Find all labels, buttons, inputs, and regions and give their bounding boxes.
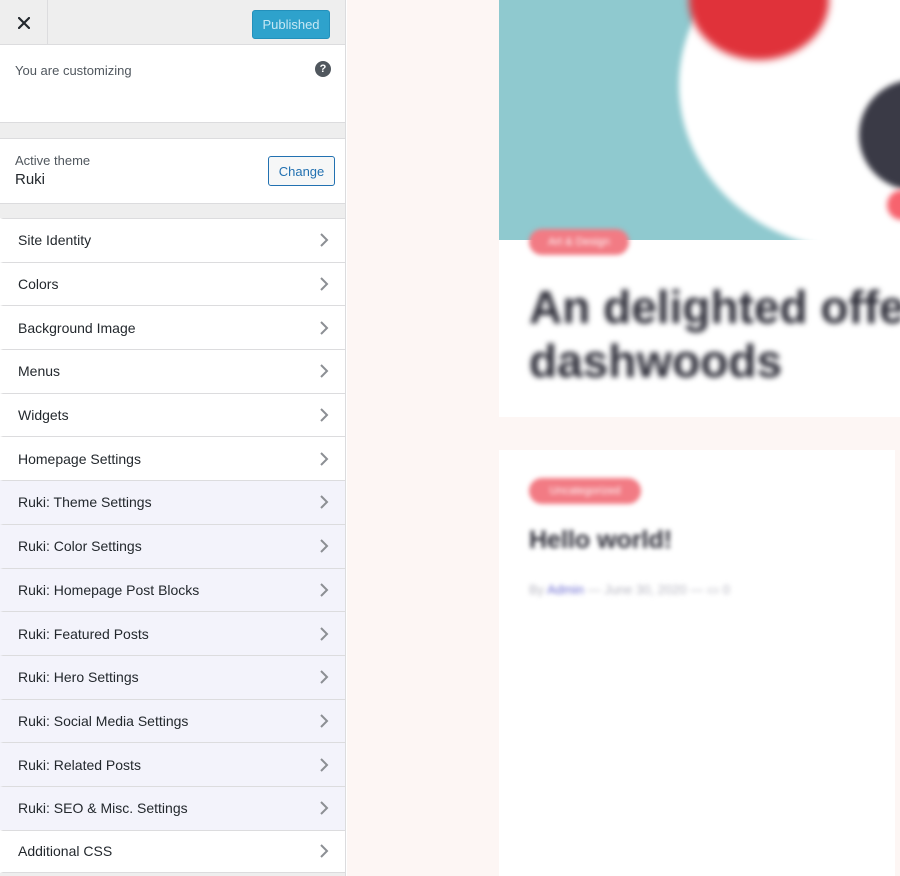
- publish-button[interactable]: Published: [252, 10, 330, 39]
- close-icon: [17, 16, 30, 29]
- section-background-image[interactable]: Background Image: [0, 305, 345, 350]
- section-menus[interactable]: Menus: [0, 349, 345, 393]
- change-theme-button[interactable]: Change: [268, 156, 335, 186]
- chevron-right-icon: [320, 844, 329, 859]
- customizing-label: You are customizing: [15, 63, 132, 78]
- section-ruki-social-media-settings[interactable]: Ruki: Social Media Settings: [0, 698, 345, 743]
- featured-post-card[interactable]: Art & Design An delighted offe dashwoods: [499, 0, 900, 417]
- customizing-info: You are customizing ?: [0, 45, 345, 123]
- chevron-right-icon: [320, 583, 329, 597]
- section-label: Menus: [18, 363, 61, 380]
- section-ruki-theme-settings[interactable]: Ruki: Theme Settings: [0, 480, 345, 524]
- section-ruki-color-settings[interactable]: Ruki: Color Settings: [0, 523, 345, 568]
- close-button[interactable]: [0, 0, 48, 45]
- section-label: Ruki: Homepage Post Blocks: [18, 581, 200, 598]
- section-label: Ruki: Hero Settings: [18, 669, 139, 686]
- section-site-identity[interactable]: Site Identity: [0, 218, 345, 262]
- post-category-tag[interactable]: Art & Design: [529, 229, 629, 255]
- section-label: Ruki: Related Posts: [18, 756, 141, 773]
- chevron-right-icon: [320, 364, 329, 379]
- chevron-right-icon: [320, 539, 329, 553]
- customizer-panel: Published You are customizing ? Active t…: [0, 0, 346, 876]
- section-label: Ruki: Featured Posts: [18, 625, 149, 642]
- section-label: Background Image: [18, 319, 136, 336]
- section-label: Homepage Settings: [18, 450, 141, 467]
- section-label: Site Identity: [18, 232, 92, 249]
- chevron-right-icon: [320, 408, 329, 422]
- section-label: Ruki: Theme Settings: [18, 494, 152, 511]
- site-preview: Art & Design An delighted offe dashwoods…: [347, 0, 900, 876]
- post-card[interactable]: Uncategorized Hello world! By Admin — Ju…: [499, 450, 895, 876]
- section-ruki-related-posts[interactable]: Ruki: Related Posts: [0, 742, 345, 786]
- active-theme-name: Ruki: [15, 171, 46, 188]
- post-title-line: An delighted offe: [529, 281, 900, 333]
- section-ruki-seo-misc-settings[interactable]: Ruki: SEO & Misc. Settings: [0, 785, 345, 830]
- section-widgets[interactable]: Widgets: [0, 392, 345, 437]
- chevron-right-icon: [320, 757, 329, 772]
- section-label: Colors: [18, 276, 59, 293]
- chevron-right-icon: [320, 277, 329, 291]
- chevron-right-icon: [320, 801, 329, 815]
- post-meta-separator: —: [587, 582, 601, 597]
- section-label: Ruki: Color Settings: [18, 538, 142, 555]
- post-title[interactable]: An delighted offe dashwoods: [529, 280, 900, 388]
- comment-icon: ▭: [706, 582, 720, 597]
- section-label: Widgets: [18, 407, 69, 424]
- section-ruki-hero-settings[interactable]: Ruki: Hero Settings: [0, 654, 345, 699]
- section-colors[interactable]: Colors: [0, 261, 345, 306]
- post-date: June 30, 2020: [604, 582, 687, 597]
- post-author[interactable]: Admin: [547, 582, 584, 597]
- section-ruki-homepage-post-blocks[interactable]: Ruki: Homepage Post Blocks: [0, 567, 345, 612]
- section-ruki-featured-posts[interactable]: Ruki: Featured Posts: [0, 611, 345, 655]
- active-theme-section: Active theme Ruki Change: [0, 138, 345, 204]
- section-label: Ruki: Social Media Settings: [18, 712, 189, 729]
- chevron-right-icon: [320, 233, 329, 248]
- chevron-right-icon: [320, 670, 329, 684]
- help-icon[interactable]: ?: [315, 61, 331, 77]
- section-additional-css[interactable]: Additional CSS: [0, 829, 345, 874]
- chevron-right-icon: [320, 321, 329, 335]
- post-title[interactable]: Hello world!: [529, 526, 672, 555]
- section-gap: [0, 123, 345, 138]
- comment-count: 0: [722, 582, 730, 597]
- featured-post-image: [499, 0, 900, 240]
- section-label: Ruki: SEO & Misc. Settings: [18, 800, 188, 817]
- section-homepage-settings[interactable]: Homepage Settings: [0, 436, 345, 481]
- chevron-right-icon: [320, 495, 329, 510]
- post-meta-separator: —: [690, 582, 704, 597]
- active-theme-label: Active theme: [15, 153, 91, 168]
- post-category-tag[interactable]: Uncategorized: [529, 478, 641, 504]
- section-label: Additional CSS: [18, 843, 113, 860]
- customizer-sections-list: Site Identity Colors Background Image Me…: [0, 218, 345, 874]
- chevron-right-icon: [320, 626, 329, 641]
- chevron-right-icon: [320, 714, 329, 728]
- customizer-header: Published: [0, 0, 345, 45]
- post-meta-by: By: [529, 582, 545, 597]
- post-meta: By Admin — June 30, 2020 — ▭ 0: [529, 582, 730, 598]
- chevron-right-icon: [320, 452, 329, 466]
- section-gap: [0, 204, 345, 218]
- post-title-line: dashwoods: [529, 335, 783, 387]
